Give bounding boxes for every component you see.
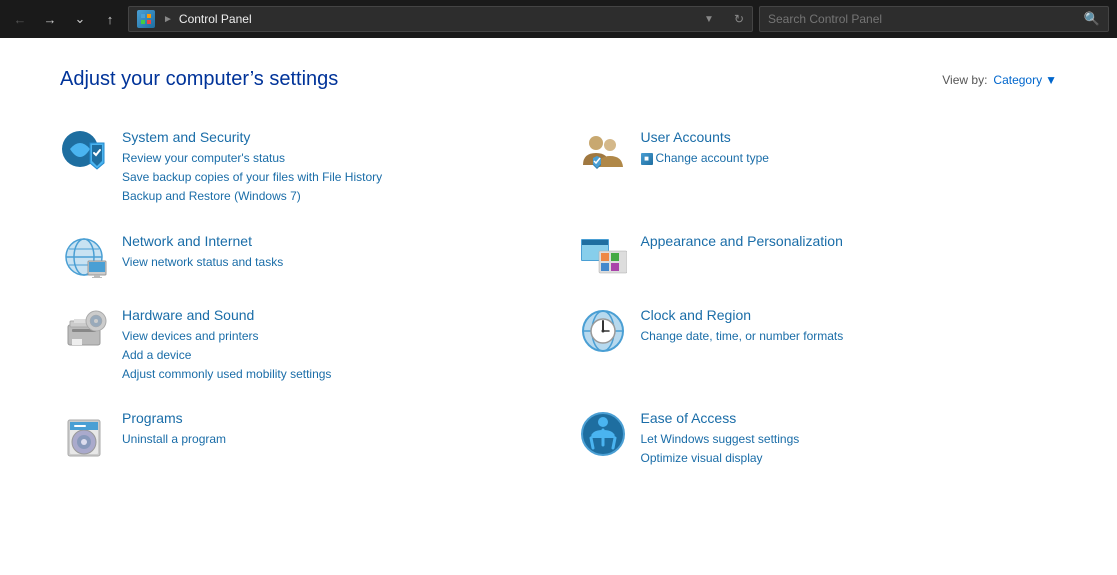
view-by-label: View by: (942, 73, 987, 87)
system-security-link-3[interactable]: Backup and Restore (Windows 7) (122, 187, 539, 206)
programs-text: Programs Uninstall a program (122, 410, 539, 449)
search-bar[interactable]: 🔍 (759, 6, 1109, 32)
ease-of-access-text: Ease of Access Let Windows suggest setti… (641, 410, 1058, 468)
programs-icon (60, 410, 108, 458)
search-input[interactable] (768, 12, 1084, 26)
panel-network-internet[interactable]: Network and Internet View network status… (60, 225, 539, 289)
hardware-sound-link-2[interactable]: Add a device (122, 346, 539, 365)
ease-of-access-icon (579, 410, 627, 458)
system-security-icon (60, 129, 108, 177)
forward-button[interactable]: → (38, 7, 62, 31)
page-title: Adjust your computer’s settings (60, 68, 338, 91)
address-text: Control Panel (179, 12, 252, 26)
clock-region-title[interactable]: Clock and Region (641, 307, 1058, 323)
programs-title[interactable]: Programs (122, 410, 539, 426)
system-security-text: System and Security Review your computer… (122, 129, 539, 207)
appearance-title[interactable]: Appearance and Personalization (641, 233, 1058, 249)
user-accounts-link-1[interactable]: ■Change account type (641, 149, 1058, 168)
network-internet-text: Network and Internet View network status… (122, 233, 539, 272)
panel-programs[interactable]: Programs Uninstall a program (60, 402, 539, 476)
user-accounts-text: User Accounts ■Change account type (641, 129, 1058, 168)
recent-locations-button[interactable]: ⌄ (68, 7, 92, 31)
programs-link-1[interactable]: Uninstall a program (122, 430, 539, 449)
panel-user-accounts[interactable]: User Accounts ■Change account type (579, 121, 1058, 215)
control-panel-icon (137, 10, 155, 28)
ease-of-access-link-2[interactable]: Optimize visual display (641, 449, 1058, 468)
page-header: Adjust your computer’s settings View by:… (60, 68, 1057, 91)
refresh-button[interactable]: ↻ (734, 12, 744, 26)
panel-hardware-sound[interactable]: Hardware and Sound View devices and prin… (60, 299, 539, 393)
hardware-sound-link-3[interactable]: Adjust commonly used mobility settings (122, 365, 539, 384)
view-by-value-text: Category (993, 73, 1042, 87)
network-internet-link-1[interactable]: View network status and tasks (122, 253, 539, 272)
panels-grid: System and Security Review your computer… (60, 121, 1057, 477)
panel-ease-of-access[interactable]: Ease of Access Let Windows suggest setti… (579, 402, 1058, 476)
panel-system-security[interactable]: System and Security Review your computer… (60, 121, 539, 215)
network-internet-icon (60, 233, 108, 281)
up-button[interactable]: ↑ (98, 7, 122, 31)
user-accounts-title[interactable]: User Accounts (641, 129, 1058, 145)
appearance-icon (579, 233, 627, 281)
breadcrumb-arrow: ► (163, 14, 173, 25)
appearance-text: Appearance and Personalization (641, 233, 1058, 253)
address-dropdown-button[interactable]: ▼ (704, 14, 714, 25)
hardware-sound-icon (60, 307, 108, 355)
user-accounts-icon (579, 129, 627, 177)
ease-of-access-title[interactable]: Ease of Access (641, 410, 1058, 426)
view-by-chevron-icon: ▼ (1045, 73, 1057, 87)
back-button[interactable]: ← (8, 7, 32, 31)
view-by-dropdown[interactable]: Category ▼ (993, 73, 1057, 87)
hardware-sound-text: Hardware and Sound View devices and prin… (122, 307, 539, 385)
uac-shield-icon: ■ (641, 153, 653, 165)
system-security-link-1[interactable]: Review your computer's status (122, 149, 539, 168)
network-internet-title[interactable]: Network and Internet (122, 233, 539, 249)
ease-of-access-link-1[interactable]: Let Windows suggest settings (641, 430, 1058, 449)
search-icon[interactable]: 🔍 (1084, 11, 1100, 27)
view-by-control[interactable]: View by: Category ▼ (942, 73, 1057, 87)
hardware-sound-title[interactable]: Hardware and Sound (122, 307, 539, 323)
panel-appearance[interactable]: Appearance and Personalization (579, 225, 1058, 289)
system-security-link-2[interactable]: Save backup copies of your files with Fi… (122, 168, 539, 187)
clock-region-icon (579, 307, 627, 355)
clock-region-text: Clock and Region Change date, time, or n… (641, 307, 1058, 346)
panel-clock-region[interactable]: Clock and Region Change date, time, or n… (579, 299, 1058, 393)
content-area: Adjust your computer’s settings View by:… (0, 38, 1117, 575)
address-bar[interactable]: ► Control Panel ▼ ↻ (128, 6, 753, 32)
system-security-title[interactable]: System and Security (122, 129, 539, 145)
hardware-sound-link-1[interactable]: View devices and printers (122, 327, 539, 346)
clock-region-link-1[interactable]: Change date, time, or number formats (641, 327, 1058, 346)
titlebar: ← → ⌄ ↑ ► Control Panel ▼ ↻ 🔍 (0, 0, 1117, 38)
